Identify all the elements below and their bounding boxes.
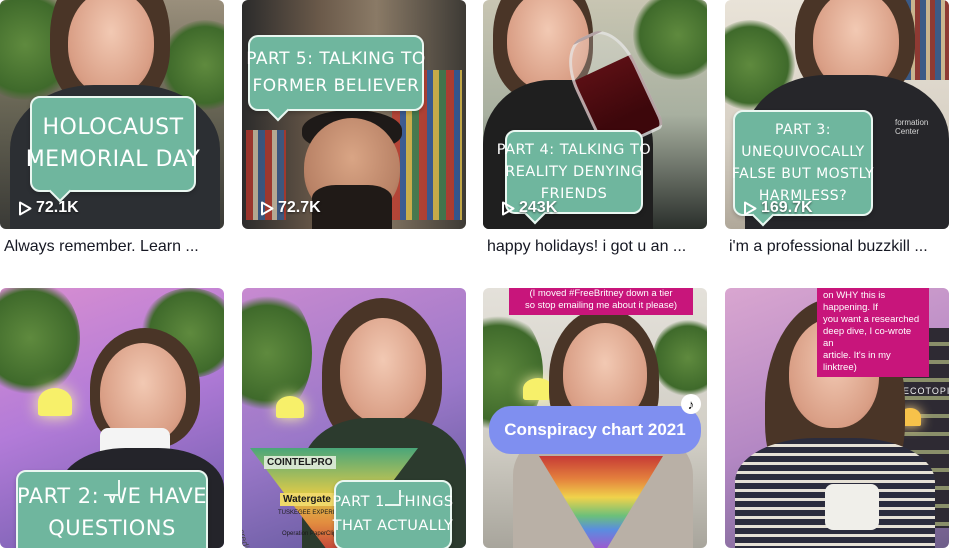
video-caption[interactable]: Always remember. Learn ... (4, 238, 226, 256)
banner-line: so stop emailing me about it please) (524, 300, 678, 311)
banner-line: you want a researched (823, 314, 920, 325)
shelf-text: ECOTOPI (903, 386, 949, 396)
overlay-line: THAT ACTUALLY (332, 518, 454, 534)
overlay-line: FALSE BUT MOSTLY (731, 166, 875, 182)
overlay-text-bubble: PART 2: WE HAVE QUESTIONS (16, 470, 208, 548)
conspiracy-chart-pill: Conspiracy chart 2021 (489, 406, 701, 454)
play-icon (261, 201, 274, 215)
overlay-line: MEMORIAL DAY (25, 147, 201, 172)
overlay-line: UNEQUIVOCALLY (741, 144, 865, 160)
view-count-value: 169.7K (761, 199, 813, 216)
play-icon (502, 201, 515, 215)
view-count-value: 243K (519, 199, 558, 216)
chart-word: COINTELPRO (264, 456, 336, 469)
face (68, 0, 154, 95)
view-count: 243K (501, 199, 557, 217)
video-thumbnail[interactable]: PART 4: TALKING TO REALITY DENYING FRIEN… (483, 0, 707, 229)
tiktok-icon: ♪ (681, 394, 701, 414)
video-thumbnail[interactable]: PART 5: TALKING TO FORMER BELIEVER 72.7K (242, 0, 466, 229)
mushroom-lamp (276, 396, 304, 418)
view-count: 169.7K (743, 199, 813, 217)
banner-line: (I moved #FreeBritney down a tier (529, 288, 673, 299)
overlay-text-bubble: HOLOCAUST MEMORIAL DAY (26, 96, 200, 192)
overlay-line: REALITY DENYING (505, 164, 643, 180)
face (340, 318, 426, 423)
chart-word: Watergate (280, 493, 334, 506)
beard (312, 185, 392, 229)
video-thumbnail[interactable]: (I moved #FreeBritney down a tier so sto… (483, 288, 707, 548)
video-caption[interactable]: happy holidays! i got u an ... (487, 238, 709, 256)
mug (825, 484, 879, 530)
play-icon (744, 201, 757, 215)
video-thumbnail[interactable]: ECOTOPI on WHY this is happening. If you… (725, 288, 949, 548)
overlay-line: PART 2: WE HAVE (16, 484, 208, 508)
banner-line: article. It's in my linktree) (823, 350, 891, 373)
video-thumbnail[interactable]: HOLOCAUST MEMORIAL DAY 72.1K (0, 0, 224, 229)
overlay-line: PART 1: THINGS (332, 494, 454, 510)
mushroom-lamp (38, 388, 72, 416)
video-grid: HOLOCAUST MEMORIAL DAY 72.1K Always reme… (0, 0, 960, 548)
overlay-line: QUESTIONS (48, 516, 176, 540)
video-thumbnail[interactable]: COINTELPRO Watergate TUSKEGEE EXPERIMENT… (242, 288, 466, 548)
banner-line: on WHY this is happening. If (823, 290, 886, 313)
shirt-text: formation Center (895, 118, 929, 136)
chart-word: Operation PaperClip (282, 531, 337, 537)
text-banner: on WHY this is happening. If you want a … (817, 288, 929, 377)
view-count-value: 72.1K (36, 199, 79, 216)
overlay-line: PART 5: TALKING TO (246, 49, 426, 69)
overlay-line: HOLOCAUST (42, 115, 184, 140)
video-thumbnail[interactable]: formation Center PART 3: UNEQUIVOCALLY F… (725, 0, 949, 229)
play-icon (19, 201, 32, 215)
overlay-line: PART 4: TALKING TO (496, 142, 652, 158)
video-caption[interactable]: i'm a professional buzzkill ... (729, 238, 951, 256)
overlay-text-bubble: PART 1: THINGS THAT ACTUALLY (332, 480, 454, 548)
overlay-line: PART 3: (775, 122, 831, 138)
view-count: 72.1K (18, 199, 79, 217)
text-banner: (I moved #FreeBritney down a tier so sto… (509, 288, 693, 315)
video-thumbnail[interactable]: PART 2: WE HAVE QUESTIONS (0, 288, 224, 548)
overlay-text-bubble: PART 5: TALKING TO FORMER BELIEVER (246, 35, 426, 111)
view-count: 72.7K (260, 199, 321, 217)
overlay-line: FORMER BELIEVER (252, 76, 420, 96)
view-count-value: 72.7K (278, 199, 321, 216)
banner-line: deep dive, I co-wrote an (823, 326, 912, 349)
